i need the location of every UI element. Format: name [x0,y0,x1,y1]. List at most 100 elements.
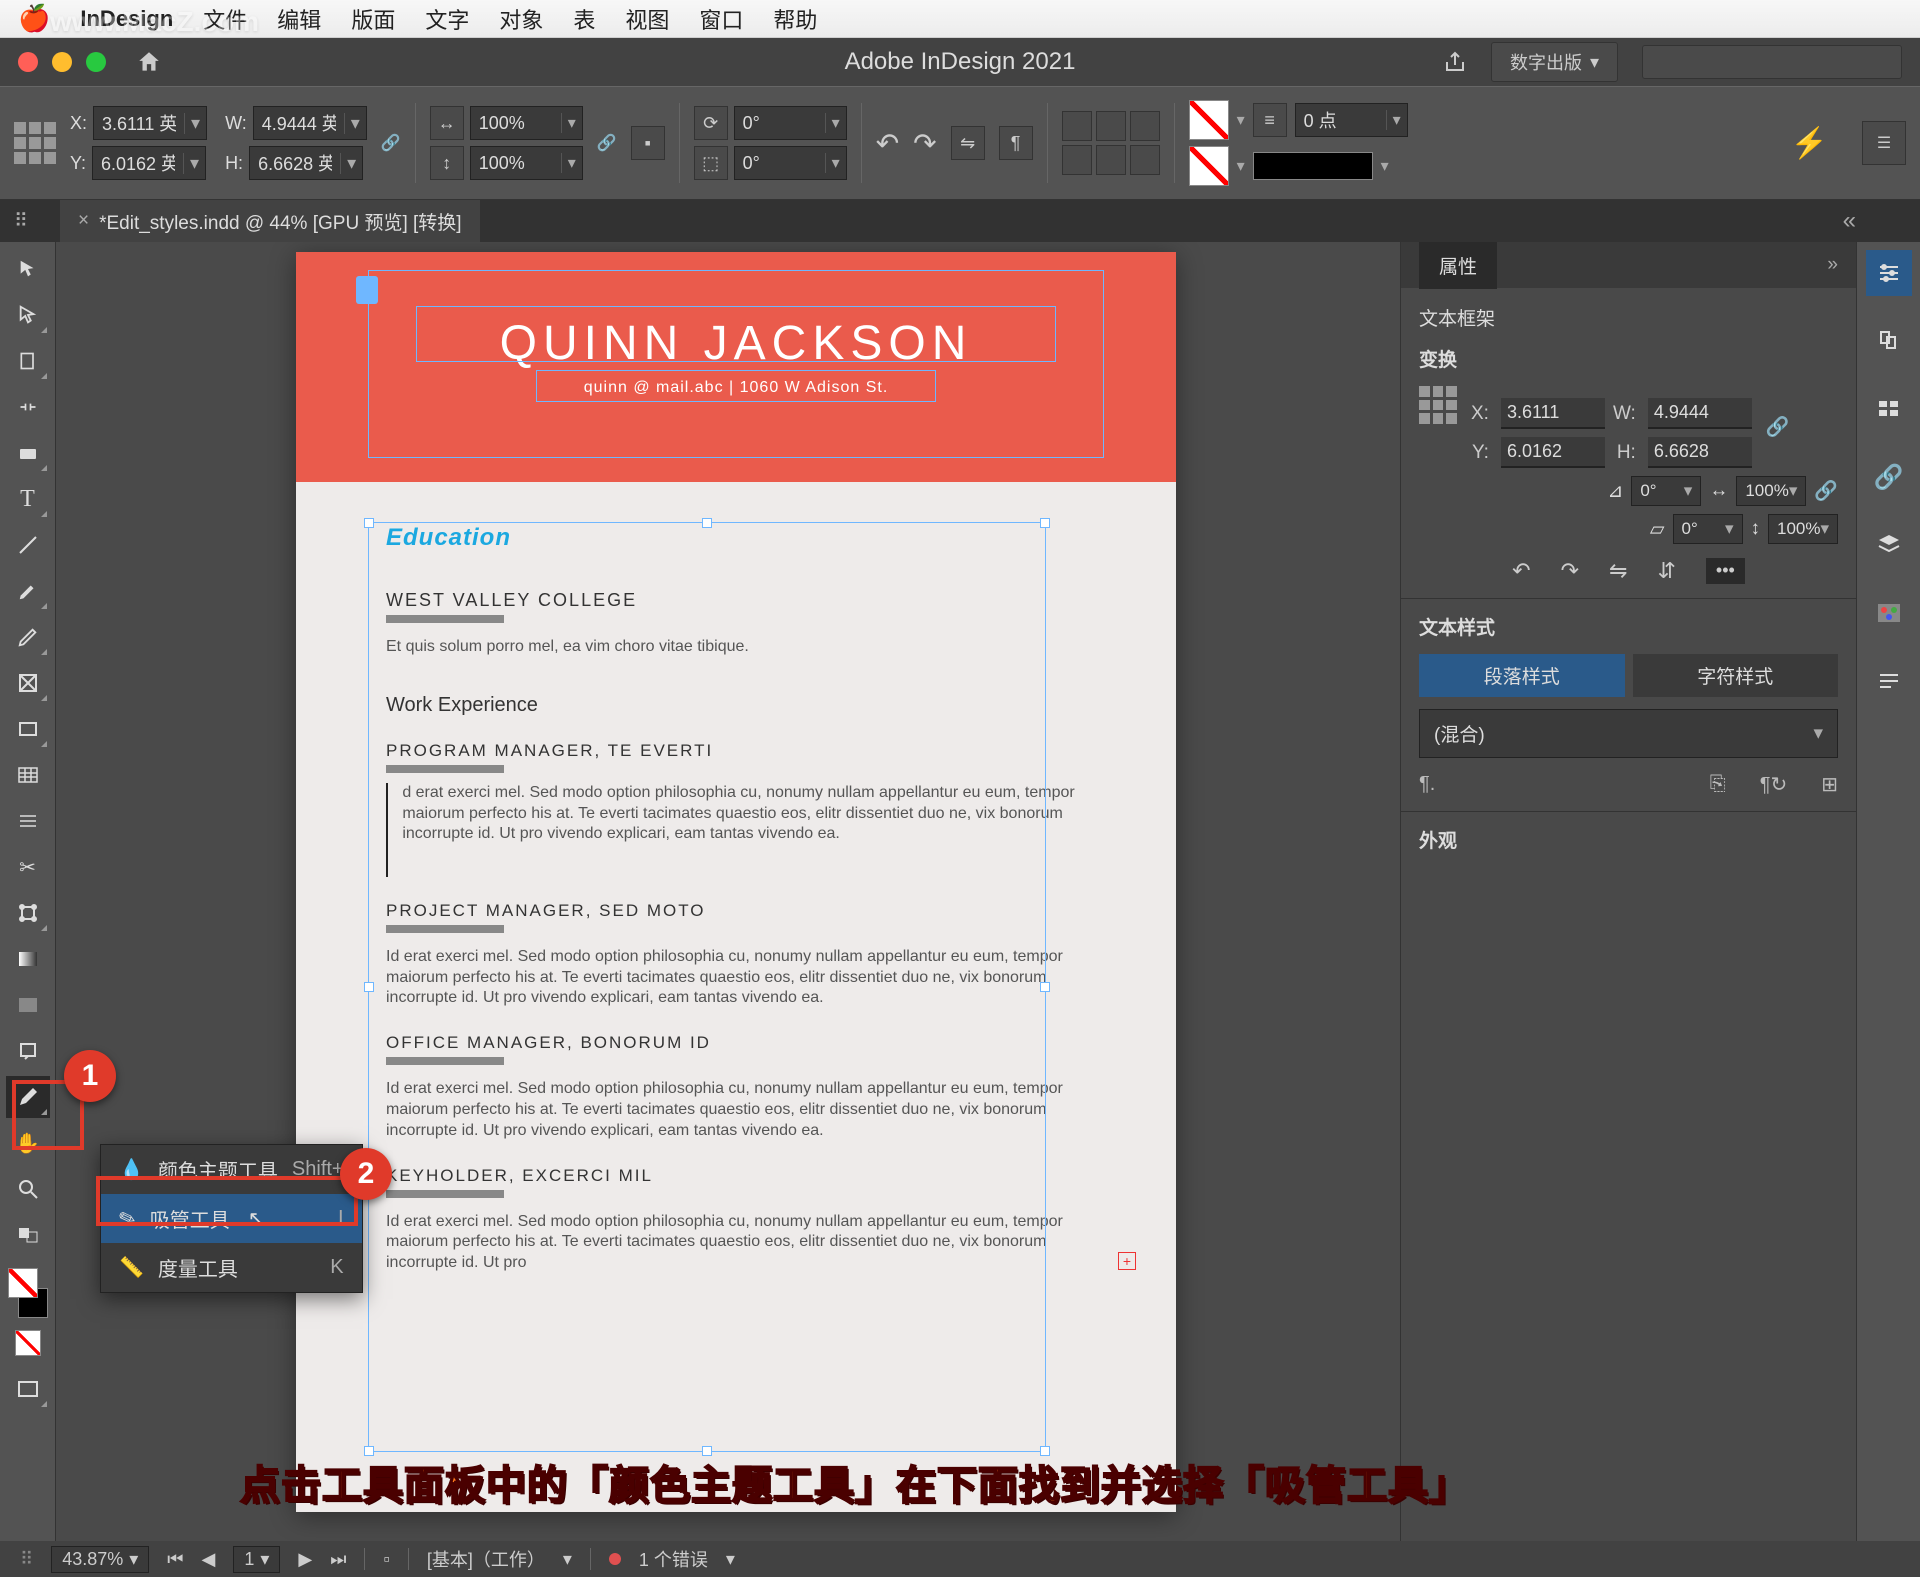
first-page-icon[interactable]: ⏮ [167,1549,183,1570]
gradient-feather-tool[interactable] [6,984,50,1026]
error-count[interactable]: 1 个错误 [639,1546,708,1572]
last-page-icon[interactable]: ⏭ [330,1549,346,1570]
menu-view[interactable]: 视图 [625,3,669,35]
chevron-down-icon[interactable]: ▾ [1237,110,1245,130]
w-field[interactable] [254,106,344,140]
pp-y-field[interactable]: 6.0162 [1501,437,1605,468]
chevron-down-icon[interactable]: ▾ [183,153,205,174]
style-dropdown[interactable]: (混合)▾ [1419,709,1838,758]
menu-type[interactable]: 文字 [425,3,469,35]
stroke-swatch[interactable] [1189,146,1229,186]
apple-logo-icon[interactable]: 🍎 [18,3,50,34]
toggle-fill-stroke[interactable] [6,1214,50,1256]
gradient-swatch-tool[interactable] [6,938,50,980]
type-tool[interactable]: T [6,478,50,520]
page-field[interactable]: 1▾ [233,1546,280,1573]
chevron-down-icon[interactable]: ▾ [184,113,206,134]
cc-libraries-dock-icon[interactable] [1866,386,1912,432]
rotate-cw-icon[interactable]: ↷ [1561,558,1579,584]
menu-help[interactable]: 帮助 [773,3,817,35]
rectangle-frame-tool[interactable] [6,662,50,704]
table-cell-tool[interactable] [6,754,50,796]
chevron-down-icon[interactable]: ▾ [344,113,366,134]
panel-grip-icon[interactable]: ⠿ [20,1549,33,1570]
pp-x-field[interactable]: 3.6111 [1501,398,1605,429]
master-page-icon[interactable]: ▫ [383,1549,389,1570]
content-collector-tool[interactable] [6,432,50,474]
minimize-window-icon[interactable] [52,52,72,72]
pp-scaley-field[interactable]: 100%▾ [1768,514,1838,544]
menu-object[interactable]: 对象 [499,3,543,35]
pp-h-field[interactable]: 6.6628 [1648,437,1752,468]
properties-dock-icon[interactable] [1866,250,1912,296]
note-tool[interactable] [6,1030,50,1072]
para-style-tab[interactable]: 段落样式 [1419,654,1625,697]
home-icon[interactable] [136,49,162,75]
flip-h-icon[interactable]: ⇋ [1609,558,1627,584]
menu-layout[interactable]: 版面 [351,3,395,35]
menu-window[interactable]: 窗口 [699,3,743,35]
constrain-icon[interactable]: ▪ [631,126,665,160]
pp-scalex-field[interactable]: 100%▾ [1736,476,1806,506]
overset-text-icon[interactable]: + [1118,1252,1136,1270]
next-page-icon[interactable]: ▶ [298,1549,312,1570]
pen-tool[interactable] [6,570,50,612]
page-tool[interactable] [6,340,50,382]
menu-table[interactable]: 表 [573,3,595,35]
fill-swatch[interactable] [1189,100,1229,140]
shear-field[interactable] [735,153,825,174]
free-transform-tool[interactable] [6,892,50,934]
layers-dock-icon[interactable] [1866,522,1912,568]
document-tab[interactable]: × *Edit_styles.indd @ 44% [GPU 预览] [转换] [60,200,480,243]
redefine-style-icon[interactable]: ¶↻ [1760,772,1788,797]
gap-tool[interactable] [6,386,50,428]
line-tool[interactable] [6,524,50,566]
link-icon[interactable]: 🔗 [1814,479,1838,503]
pp-rotate-field[interactable]: 0°▾ [1631,476,1701,506]
pages-dock-icon[interactable] [1866,318,1912,364]
prev-page-icon[interactable]: ◀ [202,1549,216,1570]
links-dock-icon[interactable]: 🔗 [1866,454,1912,500]
pilcrow-icon[interactable]: ¶. [1419,773,1435,796]
collapse-icon[interactable]: » [1827,254,1838,276]
zoom-tool[interactable] [6,1168,50,1210]
rotate-cw-icon[interactable]: ↷ [913,127,936,160]
options-icon[interactable]: ☰ [1862,121,1906,165]
stroke-weight-field[interactable] [1296,110,1386,131]
reference-point-grid[interactable] [14,122,56,164]
stroke-style[interactable] [1253,152,1373,180]
fill-stroke-swatches[interactable] [6,1268,50,1318]
workspace-dropdown[interactable]: 数字出版 ▾ [1491,42,1618,82]
rotate-field[interactable] [735,113,825,134]
link-scale-icon[interactable]: 🔗 [597,133,617,153]
menu-file[interactable]: 文件 [203,3,247,35]
selection-tool[interactable] [6,248,50,290]
scale-y-field[interactable] [471,153,561,174]
y-field[interactable] [93,146,183,180]
pp-w-field[interactable]: 4.9444 [1648,398,1752,429]
reference-point-grid[interactable] [1419,386,1457,424]
flyout-measure-tool[interactable]: 📏 度量工具 K [101,1243,362,1292]
h-field[interactable] [250,146,340,180]
rotate-ccw-icon[interactable]: ↶ [1512,558,1530,584]
search-input[interactable] [1642,45,1902,79]
rectangle-tool[interactable] [6,708,50,750]
char-style-tab[interactable]: 字符样式 [1633,654,1839,697]
gpu-bolt-icon[interactable]: ⚡ [1771,126,1848,161]
panel-grip-icon[interactable]: ⠿ [14,210,28,233]
close-tab-icon[interactable]: × [78,210,89,232]
swatches-dock-icon[interactable] [1866,590,1912,636]
chevron-down-icon[interactable]: ▾ [1237,156,1245,176]
paragraph-dock-icon[interactable] [1866,658,1912,704]
flip-h-icon[interactable]: ⇋ [951,126,985,160]
properties-tab[interactable]: 属性 [1419,242,1497,289]
paragraph-icon[interactable]: ¶ [999,126,1033,160]
link-wh-icon[interactable]: 🔗 [1766,415,1790,439]
share-icon[interactable] [1443,50,1467,74]
pp-shear-field[interactable]: 0°▾ [1673,514,1743,544]
new-style-icon[interactable]: ⊞ [1821,772,1838,797]
menu-edit[interactable]: 编辑 [277,3,321,35]
chevron-down-icon[interactable]: ▾ [340,153,362,174]
link-wh-icon[interactable]: 🔗 [381,133,401,153]
pencil-tool[interactable] [6,616,50,658]
